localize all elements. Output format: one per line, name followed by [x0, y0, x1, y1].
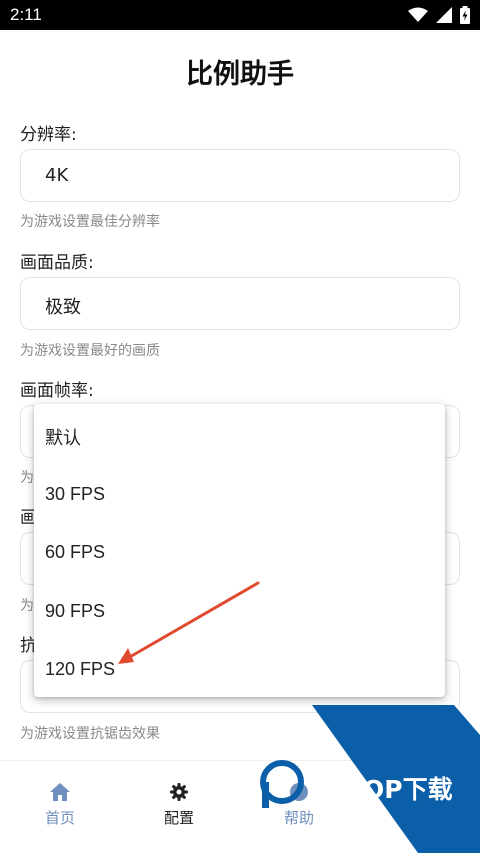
resolution-select[interactable]: 4K: [20, 149, 460, 202]
nav-help-label: 帮助: [283, 809, 314, 827]
battery-icon: [460, 6, 470, 24]
dropdown-option-default[interactable]: 默认: [45, 424, 81, 450]
nav-home-label: 首页: [44, 809, 75, 827]
gear-icon: [170, 783, 188, 801]
nav-config[interactable]: 配置: [129, 783, 229, 828]
framerate-hint: 为: [20, 470, 34, 486]
resolution-label: 分辨率:: [20, 125, 77, 145]
resolution-value: 4K: [45, 165, 69, 186]
dropdown-option-60fps[interactable]: 60 FPS: [45, 542, 105, 563]
status-time: 2:11: [10, 5, 42, 24]
page-title: 比例助手: [186, 59, 294, 90]
quality-value: 极致: [45, 297, 81, 318]
resolution-hint: 为游戏设置最佳分辨率: [20, 214, 160, 230]
field4-hint: 为: [20, 598, 34, 614]
framerate-dropdown-menu: 默认 30 FPS 60 FPS 90 FPS 120 FPS: [34, 404, 445, 697]
dropdown-option-30fps[interactable]: 30 FPS: [45, 484, 105, 505]
dropdown-option-120fps[interactable]: 120 FPS: [45, 659, 115, 680]
quality-hint: 为游戏设置最好的画质: [20, 343, 160, 359]
framerate-label: 画面帧率:: [20, 381, 94, 401]
quality-select[interactable]: 极致: [20, 277, 460, 330]
wifi-icon: [408, 7, 428, 22]
nav-home[interactable]: 首页: [10, 783, 110, 828]
quality-label: 画面品质:: [20, 253, 94, 273]
home-icon: [50, 783, 70, 801]
nav-config-label: 配置: [163, 809, 194, 827]
antialias-hint: 为游戏设置抗锯齿效果: [20, 726, 160, 742]
help-icon: [290, 783, 308, 801]
signal-icon: [436, 7, 452, 23]
status-icons: [408, 6, 470, 24]
dropdown-option-90fps[interactable]: 90 FPS: [45, 601, 105, 622]
watermark-sub: PCPOP Download: [310, 795, 376, 804]
status-bar: 2:11: [0, 0, 480, 30]
